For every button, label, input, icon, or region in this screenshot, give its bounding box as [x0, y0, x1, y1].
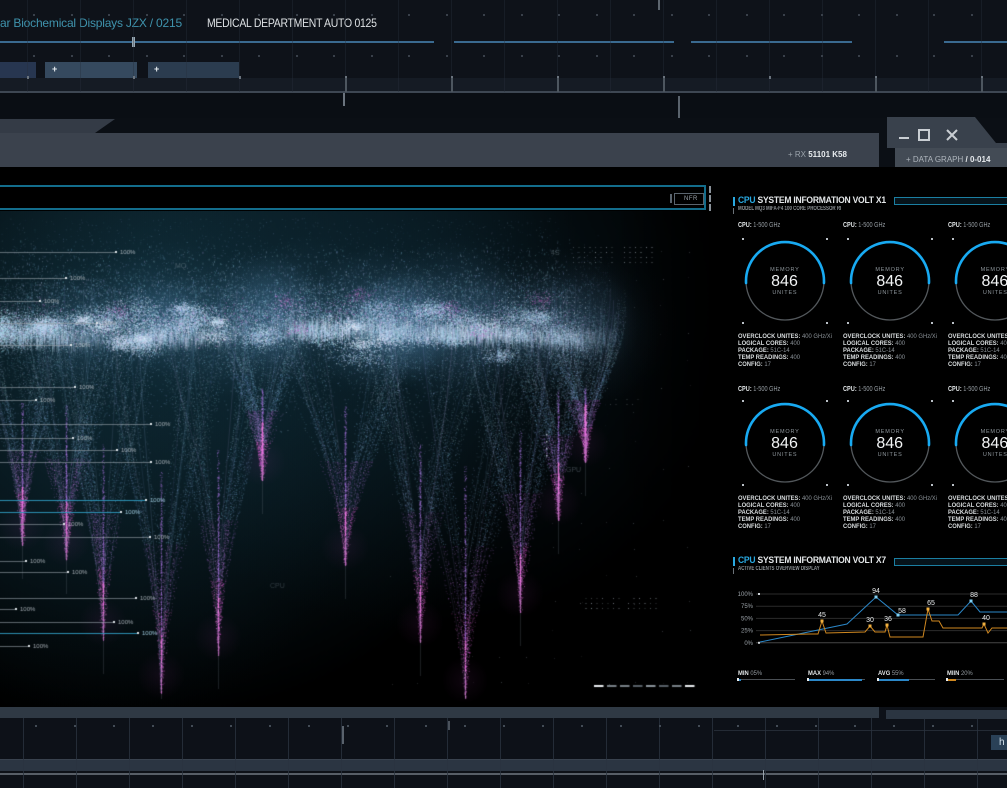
svg-text:36: 36: [884, 616, 892, 623]
svg-text:100%: 100%: [738, 592, 754, 598]
svg-text:58: 58: [898, 608, 906, 615]
svg-text:30: 30: [866, 617, 874, 624]
svg-text:65: 65: [927, 600, 935, 607]
svg-text:45: 45: [818, 612, 826, 619]
svg-text:94: 94: [872, 588, 880, 595]
svg-text:50%: 50%: [741, 616, 754, 622]
svg-text:0%: 0%: [744, 641, 753, 647]
svg-text:75%: 75%: [741, 604, 754, 610]
svg-text:25%: 25%: [741, 629, 754, 635]
svg-text:88: 88: [970, 592, 978, 599]
svg-text:40: 40: [982, 615, 990, 622]
